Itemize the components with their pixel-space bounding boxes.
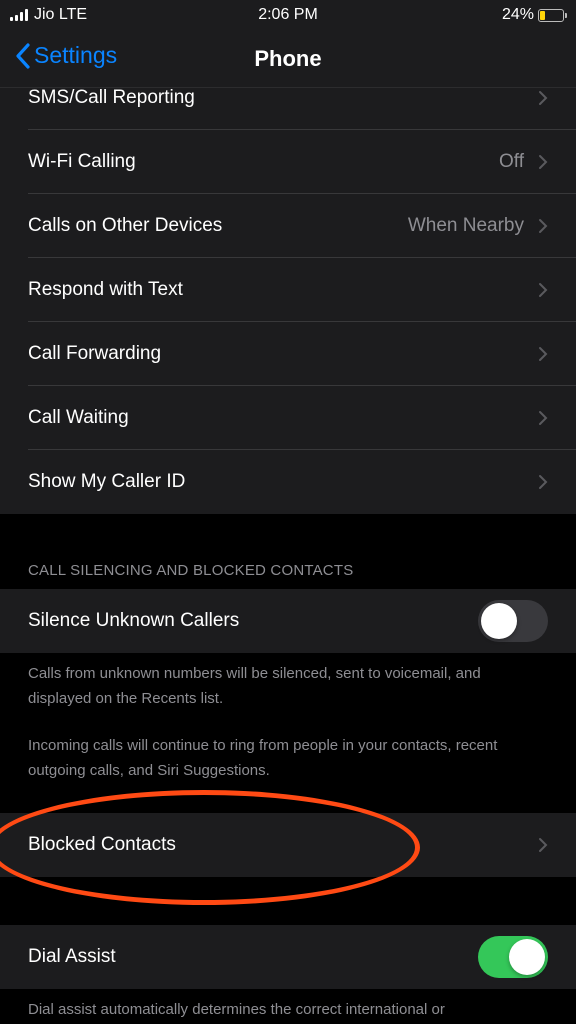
row-label: Call Waiting: [28, 407, 129, 428]
row-respond-with-text[interactable]: Respond with Text: [0, 258, 576, 322]
chevron-right-icon: [539, 475, 548, 489]
section-header: CALL SILENCING AND BLOCKED CONTACTS: [28, 562, 354, 579]
row-show-my-caller-id[interactable]: Show My Caller ID: [0, 450, 576, 514]
settings-list[interactable]: SMS/Call Reporting Wi-Fi Calling Off Cal…: [0, 88, 576, 1024]
chevron-right-icon: [539, 155, 548, 169]
dial-assist-group: Dial Assist: [0, 925, 576, 989]
row-label: Calls on Other Devices: [28, 215, 223, 236]
row-blocked-contacts[interactable]: Blocked Contacts: [0, 813, 576, 877]
status-bar: Jio LTE 2:06 PM 24%: [0, 0, 576, 30]
row-sms-call-reporting[interactable]: SMS/Call Reporting: [0, 88, 576, 130]
row-dial-assist: Dial Assist: [0, 925, 576, 989]
silence-footer-1: Calls from unknown numbers will be silen…: [28, 665, 481, 707]
blocked-group: Blocked Contacts: [0, 813, 576, 877]
chevron-right-icon: [539, 347, 548, 361]
clock: 2:06 PM: [258, 6, 318, 23]
row-label: Respond with Text: [28, 279, 183, 300]
row-label: Silence Unknown Callers: [28, 610, 240, 631]
chevron-right-icon: [539, 283, 548, 297]
battery-icon: [538, 8, 567, 22]
row-call-forwarding[interactable]: Call Forwarding: [0, 322, 576, 386]
row-label: Show My Caller ID: [28, 471, 186, 492]
row-silence-unknown-callers: Silence Unknown Callers: [0, 589, 576, 653]
silence-footer-2: Incoming calls will continue to ring fro…: [28, 737, 498, 779]
row-value: Off: [499, 151, 524, 172]
dial-assist-footer: Dial assist automatically determines the…: [28, 1001, 445, 1018]
battery-group: 24%: [501, 6, 567, 24]
chevron-right-icon: [539, 219, 548, 233]
silence-group: Silence Unknown Callers: [0, 589, 576, 653]
back-label: Settings: [34, 42, 118, 68]
row-label: SMS/Call Reporting: [28, 88, 195, 108]
row-calls-on-other-devices[interactable]: Calls on Other Devices When Nearby: [0, 194, 576, 258]
silence-unknown-callers-toggle[interactable]: [478, 600, 548, 642]
row-value: When Nearby: [407, 215, 524, 236]
row-label: Wi-Fi Calling: [28, 151, 136, 172]
row-label: Blocked Contacts: [28, 834, 176, 855]
chevron-right-icon: [539, 91, 548, 105]
chevron-right-icon: [539, 838, 548, 852]
row-wifi-calling[interactable]: Wi-Fi Calling Off: [0, 130, 576, 194]
row-call-waiting[interactable]: Call Waiting: [0, 386, 576, 450]
row-label: Call Forwarding: [28, 343, 162, 364]
navigation-bar: Settings Phone: [0, 30, 576, 88]
back-button[interactable]: Settings: [16, 42, 117, 69]
dial-assist-toggle[interactable]: [478, 936, 548, 978]
chevron-right-icon: [539, 411, 548, 425]
battery-percent: 24%: [501, 6, 534, 23]
row-label: Dial Assist: [28, 946, 116, 967]
chevron-left-icon: [16, 42, 30, 69]
phone-options-group: SMS/Call Reporting Wi-Fi Calling Off Cal…: [0, 88, 576, 514]
